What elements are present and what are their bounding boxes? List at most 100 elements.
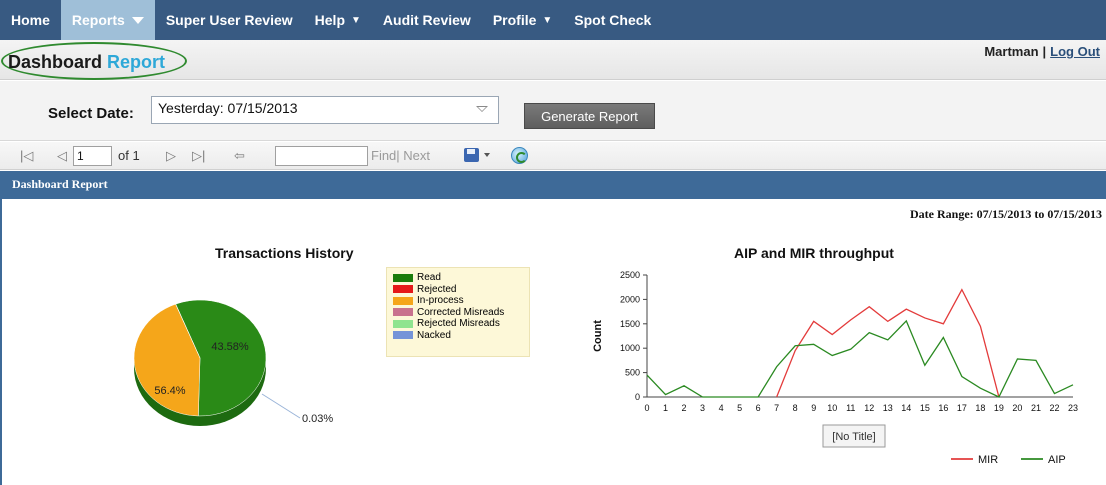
first-page-icon[interactable]: |◁ [20, 148, 33, 164]
page-number-input[interactable] [73, 146, 112, 166]
chevron-down-icon: ▼ [542, 14, 553, 26]
x-tick-label: 14 [901, 403, 911, 413]
legend-item: Read [393, 272, 523, 284]
x-tick-label: 19 [994, 403, 1004, 413]
last-page-icon[interactable]: ▷| [192, 148, 205, 164]
nav-item-home[interactable]: Home [0, 0, 61, 40]
page-count-label: of 1 [118, 148, 140, 163]
legend-swatch [393, 308, 413, 317]
y-tick-label: 2000 [620, 294, 640, 304]
y-tick-label: 500 [625, 368, 640, 378]
main-nav: Home Reports Super User Review Help ▼ Audit R… [0, 0, 1106, 40]
export-dropdown-icon[interactable] [484, 153, 490, 157]
page-title: Dashboard Report [8, 52, 165, 73]
x-tick-label: 8 [793, 403, 798, 413]
nav-item-spot-check[interactable]: Spot Check [563, 0, 662, 40]
logout-link[interactable]: Log Out [1050, 44, 1100, 59]
chevron-down-icon: ▼ [351, 14, 361, 26]
nav-item-super-user-review[interactable]: Super User Review [155, 0, 304, 40]
legend-swatch [393, 273, 413, 282]
legend-swatch [393, 331, 413, 340]
report-header-band: Dashboard Report [0, 171, 1106, 199]
nav-item-label: Reports [71, 12, 125, 28]
y-axis-label: Count [592, 320, 604, 352]
throughput-line-chart: 050010001500200025000 1 2 3 4 5 6 7 8 9 10 11 12 13 14… [592, 270, 1078, 466]
nav-item-label: Home [11, 12, 50, 28]
transactions-pie-chart: 56.4% 43.58% 0.03% [133, 299, 333, 426]
nav-item-label: Help [314, 12, 345, 28]
generate-report-button[interactable]: Generate Report [524, 103, 655, 129]
x-tick-label: 16 [938, 403, 948, 413]
nav-item-help[interactable]: Help ▼ [304, 0, 372, 40]
back-icon[interactable]: ⇦ [234, 148, 245, 164]
export-disk-icon[interactable] [464, 148, 479, 162]
nav-item-audit-review[interactable]: Audit Review [372, 0, 482, 40]
legend-label: Read [417, 272, 441, 283]
legend-item: In-process [393, 295, 523, 307]
pie-legend: Read Rejected In-process Corrected Misreads… [386, 267, 530, 357]
x-tick-label: 23 [1068, 403, 1078, 413]
nav-item-reports[interactable]: Reports [60, 0, 155, 40]
legend-label: Rejected Misreads [417, 318, 500, 329]
legend-swatch [393, 319, 413, 328]
report-toolbar: |◁ ◁ of 1 ▷ ▷| ⇦ Find| Next [0, 142, 1106, 170]
legend-item: Rejected Misreads [393, 318, 523, 330]
next-page-icon[interactable]: ▷ [166, 148, 176, 164]
x-tick-label: 22 [1049, 403, 1059, 413]
x-tick-label: 21 [1031, 403, 1041, 413]
pie-data-label: 0.03% [302, 413, 333, 425]
page-title-accent: Report [107, 52, 166, 72]
x-tick-label: 11 [846, 403, 855, 413]
pie-data-label: 43.58% [211, 341, 249, 353]
x-tick-label: 15 [920, 403, 930, 413]
legend-label: Rejected [417, 283, 457, 295]
line-chart-title: AIP and MIR throughput [734, 245, 894, 261]
legend-label: MIR [978, 454, 998, 466]
date-select[interactable]: Yesterday: 07/15/2013 [151, 96, 499, 124]
user-box: Martman | Log Out [984, 44, 1100, 59]
nav-item-label: Super User Review [165, 12, 293, 28]
x-tick-label: 10 [827, 403, 837, 413]
x-tick-label: 5 [737, 403, 742, 413]
x-tick-label: 4 [719, 403, 724, 413]
axis-line [646, 275, 1073, 398]
legend-label: Corrected Misreads [417, 306, 505, 318]
y-tick-label: 1500 [620, 319, 640, 329]
legend-label: AIP [1048, 454, 1066, 466]
x-tick-label: 12 [864, 403, 874, 413]
pie-leader-line [261, 393, 301, 419]
nav-item-profile[interactable]: Profile ▼ [482, 0, 563, 40]
y-tick-label: 2500 [620, 270, 640, 280]
x-tick-label: 20 [1012, 403, 1022, 413]
x-tick-label: 3 [700, 403, 705, 413]
y-tick-label: 0 [635, 392, 640, 402]
legend-label: In-process [417, 295, 464, 306]
x-tick-label: 9 [811, 403, 816, 413]
tooltip-text: [No Title] [832, 431, 875, 443]
x-tick-label: 2 [682, 403, 687, 413]
legend-swatch [393, 285, 413, 294]
chevron-down-icon [476, 106, 488, 112]
pie-chart-title: Transactions History [215, 245, 354, 261]
prev-page-icon[interactable]: ◁ [57, 148, 67, 164]
x-tick-label: 1 [663, 403, 668, 413]
filter-bar: Select Date: Yesterday: 07/15/2013 Gener… [0, 81, 1106, 141]
series-line-mir [776, 288, 1000, 398]
chevron-down-icon [131, 16, 144, 24]
x-tick-label: 13 [883, 403, 893, 413]
page-title-main: Dashboard [8, 52, 103, 72]
refresh-icon[interactable] [511, 147, 528, 164]
y-tick-label: 1000 [620, 343, 640, 353]
x-tick-label: 17 [957, 403, 967, 413]
legend-swatch [393, 296, 413, 305]
select-date-label: Select Date: [48, 105, 134, 122]
user-separator: | [1042, 44, 1047, 59]
date-select-value: Yesterday: 07/15/2013 [158, 100, 298, 116]
series-line-aip [646, 319, 1074, 398]
date-range-label: Date Range: 07/15/2013 to 07/15/2013 [910, 207, 1102, 221]
username: Martman [984, 44, 1039, 59]
legend-item: Nacked [393, 330, 523, 342]
find-input[interactable] [275, 146, 368, 166]
x-tick-label: 6 [756, 403, 761, 413]
find-next-link[interactable]: Find| Next [371, 148, 430, 163]
